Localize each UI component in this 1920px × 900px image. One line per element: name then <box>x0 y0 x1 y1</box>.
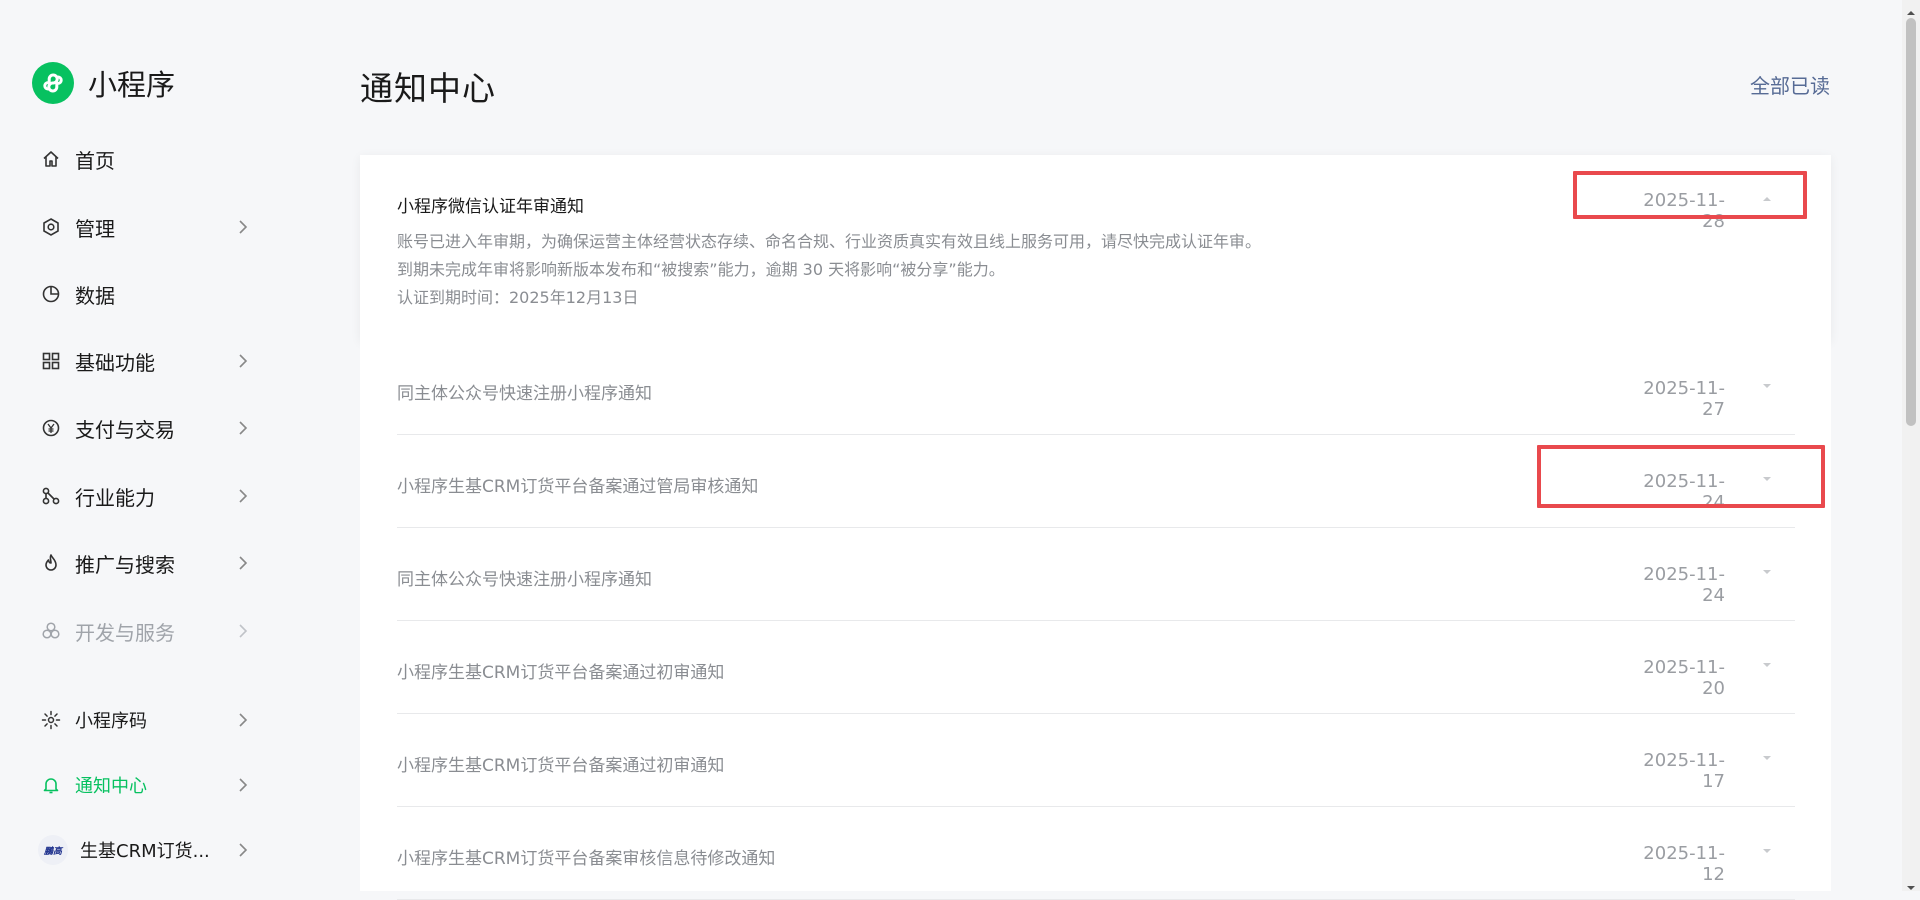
scroll-down-arrow-icon[interactable] <box>1906 878 1916 890</box>
notification-title: 小程序微信认证年审通知 <box>397 197 584 217</box>
bell-icon <box>40 774 62 796</box>
notification-date: 2025-11-17 <box>1643 750 1725 792</box>
notification-title: 小程序生基CRM订货平台备案通过管局审核通知 <box>397 477 759 497</box>
notification-row[interactable]: 同主体公众号快速注册小程序通知 2025-11-27 <box>397 341 1795 435</box>
sidebar-item-label: 支付与交易 <box>75 417 175 442</box>
sidebar-item-label: 小程序码 <box>75 711 147 732</box>
sidebar-item-industry[interactable]: 行业能力 <box>40 476 250 516</box>
flame-icon <box>40 552 62 574</box>
app-logo[interactable]: 小程序 <box>32 62 175 104</box>
sidebar-item-label: 管理 <box>75 216 115 241</box>
sidebar-item-payment[interactable]: 支付与交易 <box>40 408 250 448</box>
notification-body-line: 认证到期时间：2025年12月13日 <box>397 288 639 307</box>
circles-icon <box>40 620 62 642</box>
sidebar-item-data[interactable]: 数据 <box>40 274 250 314</box>
account-avatar: 鵬高 <box>38 835 68 865</box>
chevron-right-icon <box>236 485 250 507</box>
sidebar-item-label: 通知中心 <box>75 776 147 797</box>
notification-row[interactable]: 小程序生基CRM订货平台备案通过初审通知 2025-11-17 <box>397 713 1795 807</box>
caret-down-icon[interactable] <box>1760 471 1774 485</box>
chevron-right-icon <box>236 620 250 642</box>
sun-icon <box>40 709 62 731</box>
sidebar-item-qrcode[interactable]: 小程序码 <box>40 700 250 740</box>
chevron-right-icon <box>236 216 250 238</box>
notification-expanded-card[interactable]: 小程序微信认证年审通知 2025-11-28 账号已进入年审期，为确保运营主体经… <box>360 155 1831 341</box>
app-title: 小程序 <box>88 68 176 102</box>
caret-down-icon[interactable] <box>1760 843 1774 857</box>
chevron-right-icon <box>236 709 250 731</box>
molecule-icon <box>40 485 62 507</box>
notification-row[interactable]: 小程序生基CRM订货平台备案审核信息待修改通知 2025-11-12 <box>397 806 1795 900</box>
notification-row[interactable]: 小程序生基CRM订货平台备案通过管局审核通知 2025-11-24 <box>397 434 1795 528</box>
miniprogram-logo-icon <box>32 62 74 104</box>
chevron-right-icon <box>236 417 250 439</box>
caret-down-icon[interactable] <box>1760 750 1774 764</box>
mark-all-read-link[interactable]: 全部已读 <box>1750 70 1830 99</box>
notification-row[interactable]: 小程序生基CRM订货平台备案通过初审通知 2025-11-20 <box>397 620 1795 714</box>
notification-title: 同主体公众号快速注册小程序通知 <box>397 570 652 590</box>
notification-date: 2025-11-24 <box>1643 564 1725 606</box>
notification-title: 小程序生基CRM订货平台备案通过初审通知 <box>397 663 725 683</box>
caret-up-icon[interactable] <box>1760 191 1774 205</box>
notification-title: 小程序生基CRM订货平台备案通过初审通知 <box>397 756 725 776</box>
sidebar-item-label: 推广与搜索 <box>75 552 175 577</box>
caret-down-icon[interactable] <box>1760 378 1774 392</box>
home-icon <box>40 148 62 170</box>
notification-title: 小程序生基CRM订货平台备案审核信息待修改通知 <box>397 849 776 869</box>
chevron-right-icon <box>236 839 250 861</box>
notification-date: 2025-11-28 <box>1643 190 1725 232</box>
sidebar-item-promotion[interactable]: 推广与搜索 <box>40 543 250 583</box>
notification-body: 账号已进入年审期，为确保运营主体经营状态存续、命名合规、行业资质真实有效且线上服… <box>397 228 1261 312</box>
notification-date: 2025-11-24 <box>1643 471 1725 513</box>
notification-date: 2025-11-27 <box>1643 378 1725 420</box>
scrollbar-thumb[interactable] <box>1906 18 1916 426</box>
sidebar-item-account[interactable]: 鵬高 生基CRM订货... <box>38 830 250 870</box>
yuan-coin-icon <box>40 417 62 439</box>
caret-down-icon[interactable] <box>1760 564 1774 578</box>
hexagon-settings-icon <box>40 216 62 238</box>
chevron-right-icon <box>236 552 250 574</box>
account-name: 生基CRM订货... <box>80 841 210 862</box>
scroll-up-arrow-icon[interactable] <box>1906 3 1916 15</box>
sidebar: 小程序 首页 管理 数据 基础功能 支付与交易 行业能力 推广与搜索 开发与服务… <box>0 0 290 891</box>
chevron-right-icon <box>236 350 250 372</box>
sidebar-item-home[interactable]: 首页 <box>40 139 250 179</box>
sidebar-item-basic-functions[interactable]: 基础功能 <box>40 341 250 381</box>
notification-date: 2025-11-20 <box>1643 657 1725 699</box>
page-title: 通知中心 <box>360 69 496 108</box>
notification-body-line: 账号已进入年审期，为确保运营主体经营状态存续、命名合规、行业资质真实有效且线上服… <box>397 232 1262 251</box>
sidebar-item-label: 首页 <box>75 148 115 173</box>
caret-down-icon[interactable] <box>1760 657 1774 671</box>
notification-date: 2025-11-12 <box>1643 843 1725 885</box>
notification-list: 同主体公众号快速注册小程序通知 2025-11-27 小程序生基CRM订货平台备… <box>360 341 1831 900</box>
notification-title: 同主体公众号快速注册小程序通知 <box>397 384 652 404</box>
notification-row[interactable]: 同主体公众号快速注册小程序通知 2025-11-24 <box>397 527 1795 621</box>
sidebar-item-label: 数据 <box>75 283 115 308</box>
sidebar-item-label: 行业能力 <box>75 485 155 510</box>
sidebar-item-manage[interactable]: 管理 <box>40 207 250 247</box>
sidebar-item-development[interactable]: 开发与服务 <box>40 611 250 651</box>
pie-chart-icon <box>40 283 62 305</box>
sidebar-item-label: 基础功能 <box>75 350 155 375</box>
chevron-right-icon <box>236 774 250 796</box>
sidebar-item-notification-center[interactable]: 通知中心 <box>40 765 250 805</box>
notification-body-line: 到期未完成年审将影响新版本发布和“被搜索”能力，逾期 30 天将影响“被分享”能… <box>397 260 1005 279</box>
sidebar-item-label: 开发与服务 <box>75 620 175 645</box>
grid-apps-icon <box>40 350 62 372</box>
